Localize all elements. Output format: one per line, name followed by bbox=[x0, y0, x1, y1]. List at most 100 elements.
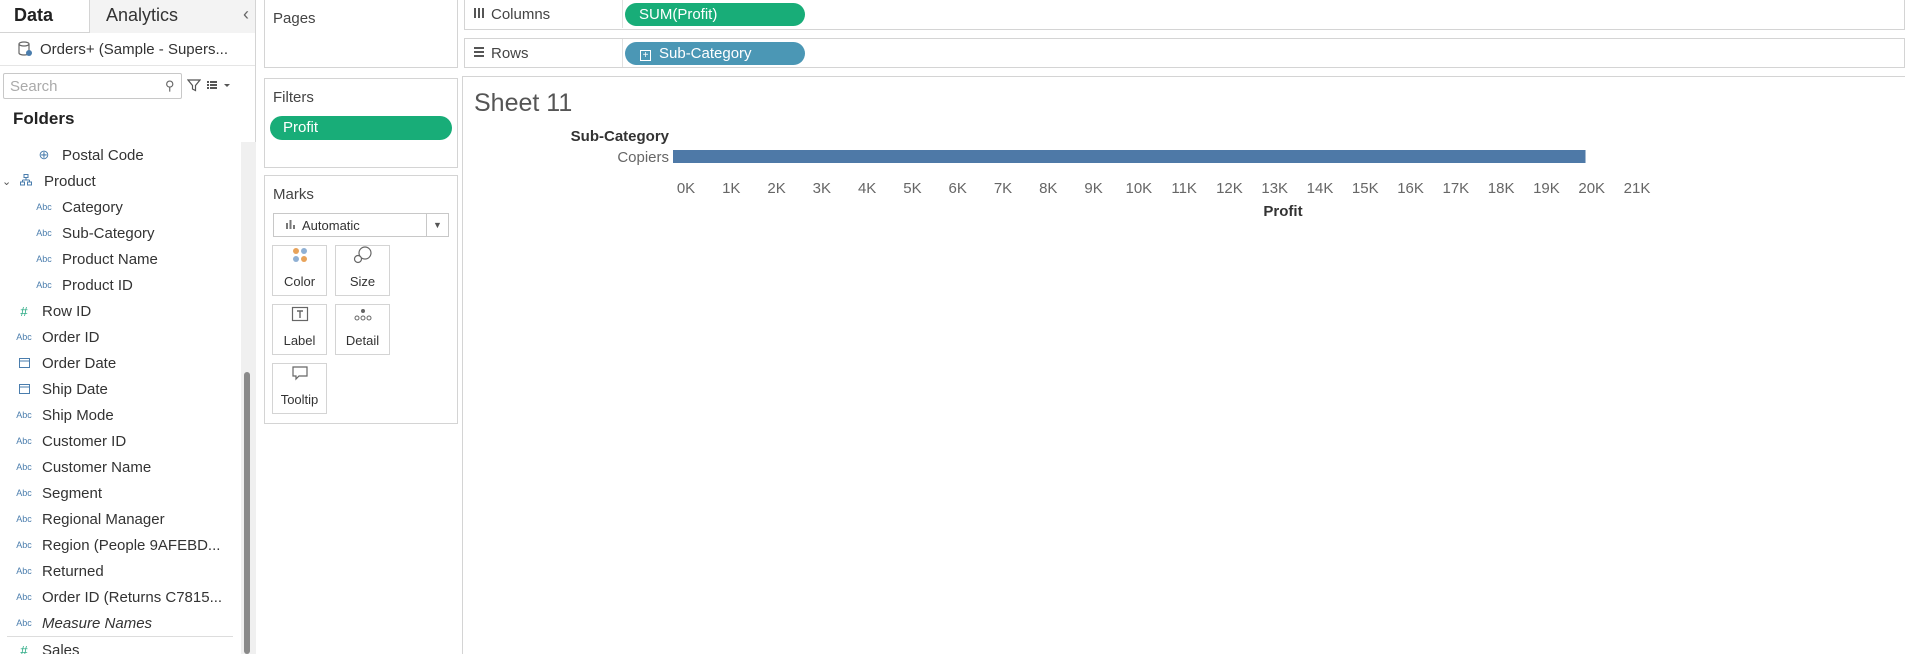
label-icon bbox=[273, 305, 326, 333]
x-tick-label: 8K bbox=[1039, 180, 1057, 197]
field-ship-mode[interactable]: Abc Ship Mode bbox=[0, 402, 240, 428]
field-segment[interactable]: Abc Segment bbox=[0, 480, 240, 506]
x-tick-label: 10K bbox=[1126, 180, 1153, 197]
x-tick-label: 21K bbox=[1624, 180, 1651, 197]
x-tick-label: 5K bbox=[903, 180, 921, 197]
search-icon: ⚲ bbox=[165, 78, 175, 93]
worksheet-view[interactable]: Sheet 11 Sub-Category Copiers 0K 1K 2K 3K 4K 5K… bbox=[462, 76, 1905, 654]
field-row-id[interactable]: # Row ID bbox=[0, 298, 240, 324]
pages-title: Pages bbox=[273, 10, 316, 27]
x-axis-title: Profit bbox=[1263, 203, 1302, 220]
x-tick-label: 13K bbox=[1261, 180, 1288, 197]
collapse-pane-icon[interactable]: ‹ bbox=[243, 4, 249, 25]
bar-mark-icon bbox=[286, 219, 296, 232]
field-list: ⊕ Postal Code ⌄ Product Abc Category Abc… bbox=[0, 142, 240, 654]
string-type-icon: Abc bbox=[16, 410, 32, 420]
field-regional-manager[interactable]: Abc Regional Manager bbox=[0, 506, 240, 532]
bar-mark[interactable] bbox=[673, 150, 1586, 163]
tooltip-label: Tooltip bbox=[280, 392, 319, 407]
columns-icon bbox=[473, 7, 491, 22]
search-row: ⚲ bbox=[0, 66, 255, 106]
x-tick-label: 20K bbox=[1578, 180, 1605, 197]
x-tick-label: 4K bbox=[858, 180, 876, 197]
rows-label: Rows bbox=[491, 44, 529, 62]
label-label: Label bbox=[283, 333, 316, 348]
field-region-people[interactable]: Abc Region (People 9AFEBD... bbox=[0, 532, 240, 558]
tab-data[interactable]: Data bbox=[0, 0, 90, 33]
field-product-name[interactable]: Abc Product Name bbox=[0, 246, 240, 272]
folder-product[interactable]: ⌄ Product bbox=[0, 168, 240, 194]
view-options-icon[interactable] bbox=[206, 78, 232, 94]
size-icon bbox=[336, 246, 389, 274]
x-tick-label: 16K bbox=[1397, 180, 1424, 197]
field-order-date[interactable]: Order Date bbox=[0, 350, 240, 376]
x-tick-label: 15K bbox=[1352, 180, 1379, 197]
size-button[interactable]: Size bbox=[335, 245, 390, 296]
x-tick-label: 6K bbox=[949, 180, 967, 197]
number-type-icon: # bbox=[20, 303, 28, 319]
label-button[interactable]: Label bbox=[272, 304, 327, 355]
rows-icon bbox=[473, 46, 491, 61]
columns-shelf-label: Columns bbox=[465, 0, 623, 28]
bar-chart: Sub-Category Copiers 0K 1K 2K 3K 4K 5K 6K 7K 8K 9K 1… bbox=[571, 128, 1651, 220]
rows-pill-sub-category[interactable]: + Sub-Category bbox=[625, 42, 805, 65]
string-type-icon: Abc bbox=[16, 514, 32, 524]
mark-buttons: Color Size Label Detail Tooltip bbox=[265, 237, 457, 422]
field-order-id[interactable]: Abc Order ID bbox=[0, 324, 240, 350]
field-category[interactable]: Abc Category bbox=[0, 194, 240, 220]
filter-icon[interactable] bbox=[186, 78, 202, 95]
tooltip-button[interactable]: Tooltip bbox=[272, 363, 327, 414]
pages-card[interactable]: Pages bbox=[264, 0, 458, 68]
filter-pill-profit[interactable]: Profit bbox=[270, 116, 452, 140]
field-ship-date[interactable]: Ship Date bbox=[0, 376, 240, 402]
string-type-icon: Abc bbox=[36, 228, 52, 238]
detail-button[interactable]: Detail bbox=[335, 304, 390, 355]
expand-plus-icon[interactable]: + bbox=[640, 50, 651, 61]
x-tick-label: 9K bbox=[1084, 180, 1102, 197]
columns-pill-sum-profit[interactable]: SUM(Profit) bbox=[625, 3, 805, 26]
number-type-icon: # bbox=[20, 642, 28, 654]
data-pane: Data Analytics ‹ Orders+ (Sample - Super… bbox=[0, 0, 256, 654]
field-returned[interactable]: Abc Returned bbox=[0, 558, 240, 584]
pane-tabs: Data Analytics ‹ bbox=[0, 0, 255, 33]
detail-icon bbox=[336, 305, 389, 333]
dropdown-arrow-icon[interactable]: ▼ bbox=[426, 214, 448, 236]
tab-analytics[interactable]: Analytics bbox=[90, 0, 255, 33]
mark-type-dropdown[interactable]: Automatic ▼ bbox=[273, 213, 449, 237]
x-tick-label: 3K bbox=[813, 180, 831, 197]
datasource-label: Orders+ (Sample - Supers... bbox=[40, 40, 228, 58]
filters-card[interactable]: Filters Profit bbox=[264, 78, 458, 168]
string-type-icon: Abc bbox=[36, 202, 52, 212]
field-order-id-returns[interactable]: Abc Order ID (Returns C7815... bbox=[0, 584, 240, 610]
tooltip-icon bbox=[273, 364, 326, 392]
field-customer-id[interactable]: Abc Customer ID bbox=[0, 428, 240, 454]
columns-shelf[interactable]: Columns SUM(Profit) bbox=[464, 0, 1905, 30]
string-type-icon: Abc bbox=[36, 280, 52, 290]
color-button[interactable]: Color bbox=[272, 245, 327, 296]
rows-shelf[interactable]: Rows + Sub-Category bbox=[464, 38, 1905, 68]
scrollbar-thumb[interactable] bbox=[244, 372, 250, 654]
field-postal-code[interactable]: ⊕ Postal Code bbox=[0, 142, 240, 168]
x-tick-label: 12K bbox=[1216, 180, 1243, 197]
string-type-icon: Abc bbox=[16, 462, 32, 472]
field-customer-name[interactable]: Abc Customer Name bbox=[0, 454, 240, 480]
search-input[interactable] bbox=[10, 77, 166, 95]
string-type-icon: Abc bbox=[16, 488, 32, 498]
field-product-id[interactable]: Abc Product ID bbox=[0, 272, 240, 298]
columns-label: Columns bbox=[491, 5, 551, 23]
field-sales[interactable]: # Sales bbox=[0, 637, 240, 654]
size-label: Size bbox=[349, 274, 376, 289]
string-type-icon: Abc bbox=[16, 332, 32, 342]
folders-label: Folders bbox=[13, 109, 75, 128]
field-sub-category[interactable]: Abc Sub-Category bbox=[0, 220, 240, 246]
datasource-item[interactable]: Orders+ (Sample - Supers... bbox=[0, 33, 255, 66]
field-measure-names[interactable]: Abc Measure Names bbox=[0, 610, 240, 636]
x-tick-label: 11K bbox=[1171, 180, 1197, 197]
x-tick-label: 1K bbox=[722, 180, 740, 197]
chevron-down-icon[interactable]: ⌄ bbox=[2, 175, 16, 188]
search-box[interactable]: ⚲ bbox=[3, 73, 182, 99]
string-type-icon: Abc bbox=[36, 254, 52, 264]
string-type-icon: Abc bbox=[16, 566, 32, 576]
string-type-icon: Abc bbox=[16, 436, 32, 446]
x-tick-label: 14K bbox=[1307, 180, 1334, 197]
